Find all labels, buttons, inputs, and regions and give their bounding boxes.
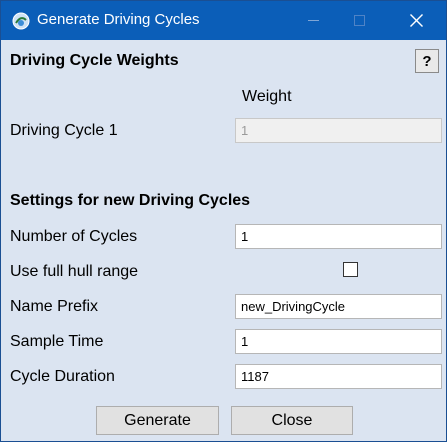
use-full-hull-range-label: Use full hull range	[10, 263, 139, 280]
weight-column-header: Weight	[242, 88, 292, 105]
sample-time-field[interactable]	[235, 329, 442, 354]
name-prefix-field[interactable]	[235, 294, 442, 319]
number-of-cycles-field[interactable]	[235, 224, 442, 249]
number-of-cycles-label: Number of Cycles	[10, 228, 138, 245]
help-button[interactable]: ?	[415, 49, 439, 73]
driving-cycle-app-icon	[12, 12, 30, 30]
settings-section-title: Settings for new Driving Cycles	[10, 192, 251, 209]
driving-cycle-1-label: Driving Cycle 1	[10, 122, 118, 139]
maximize-button[interactable]	[336, 1, 382, 40]
sample-time-label: Sample Time	[10, 333, 104, 350]
generate-button[interactable]: Generate	[96, 406, 219, 435]
use-full-hull-range-checkbox[interactable]	[343, 262, 358, 277]
driving-cycle-1-weight-field	[235, 118, 442, 143]
close-icon	[409, 14, 423, 27]
window-title: Generate Driving Cycles	[37, 11, 200, 28]
name-prefix-label: Name Prefix	[10, 298, 99, 315]
title-bar[interactable]: Generate Driving Cycles	[1, 1, 446, 40]
cycle-duration-label: Cycle Duration	[10, 368, 115, 385]
close-window-button[interactable]	[393, 1, 439, 40]
weights-section-title: Driving Cycle Weights	[10, 52, 179, 69]
dialog-content: Driving Cycle Weights ? Weight Driving C…	[1, 40, 446, 441]
maximize-icon	[353, 15, 365, 26]
generate-driving-cycles-dialog: Generate Driving Cycles Driving Cycle We…	[0, 0, 447, 442]
minimize-button[interactable]	[290, 1, 336, 40]
minimize-icon	[307, 15, 319, 26]
close-button[interactable]: Close	[231, 406, 353, 435]
cycle-duration-field[interactable]	[235, 364, 442, 389]
